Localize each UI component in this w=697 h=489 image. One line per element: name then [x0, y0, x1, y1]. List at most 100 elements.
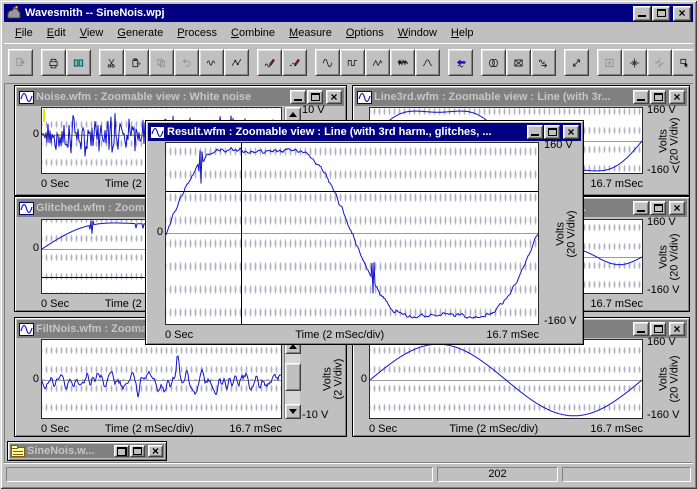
menu-item-generate[interactable]: Generate [110, 25, 170, 41]
y-axis-units-label: Volts(20 V/div) [653, 339, 687, 419]
result-plot[interactable] [165, 142, 539, 325]
menu-item-window[interactable]: Window [391, 25, 444, 41]
menu-item-view[interactable]: View [73, 25, 111, 41]
menu-bar: FileEditViewGenerateProcessCombineMeasur… [4, 23, 693, 42]
minimize-button[interactable] [633, 201, 649, 215]
app-title-bar[interactable]: Wavesmith -- SineNois.wpj × [4, 4, 693, 22]
menu-item-edit[interactable]: Edit [40, 25, 73, 41]
window-result-titlebar[interactable]: Result.wfm : Zoomable view : Line (with … [148, 123, 581, 141]
x-axis-end-label: 16.7 mSec [590, 423, 643, 435]
minimize-button[interactable] [633, 322, 649, 336]
x-axis-start-label: 0 Sec [41, 178, 69, 190]
app-icon[interactable] [6, 6, 22, 20]
status-panel-extra [562, 467, 691, 482]
x-axis-labels: 0 SecTime (2 mSec/div)16.7 mSec [165, 329, 539, 341]
toolbar-group [315, 49, 440, 76]
zoom-out-icon[interactable] [647, 49, 672, 76]
status-panel-value: 202 [437, 467, 558, 482]
scroll-down-button[interactable] [285, 404, 301, 419]
pulse-wave-icon[interactable] [415, 49, 440, 76]
close-button[interactable]: × [673, 6, 691, 21]
undo-icon[interactable] [174, 49, 199, 76]
app-window-controls: × [632, 6, 691, 21]
copy-icon[interactable] [149, 49, 174, 76]
restore-button[interactable] [114, 445, 129, 457]
close-button[interactable]: × [563, 125, 579, 139]
minimized-window-titlebar[interactable]: SineNois.w... × [10, 444, 164, 458]
menu-item-process[interactable]: Process [170, 25, 224, 41]
close-button[interactable]: × [669, 322, 685, 336]
toolbar-group [597, 49, 693, 76]
maximize-button[interactable] [652, 6, 670, 21]
window-noise-titlebar[interactable]: Noise.wfm : Zoomable view : White noise× [17, 88, 344, 106]
volts-label-line2: (2 V/div) [333, 359, 344, 400]
tile-windows-icon[interactable] [66, 49, 91, 76]
menu-item-options[interactable]: Options [339, 25, 391, 41]
triangle-wave-icon[interactable] [365, 49, 390, 76]
x-axis-start-label: 0 Sec [41, 423, 69, 435]
app-title: Wavesmith -- SineNois.wpj [25, 4, 629, 22]
y-axis-units-label: Volts(20 V/div) [653, 107, 687, 174]
x-axis-end-label: 16.7 mSec [590, 178, 643, 190]
volts-per-div-label: Volts(20 V/div) [659, 117, 681, 164]
measure-icon[interactable] [564, 49, 589, 76]
maximize-button[interactable] [307, 90, 323, 104]
maximize-button[interactable] [650, 201, 666, 215]
menu-item-measure[interactable]: Measure [282, 25, 339, 41]
y-axis-zero-label: 0 [25, 242, 39, 254]
cut-icon[interactable] [99, 49, 124, 76]
envelope-icon[interactable] [506, 49, 531, 76]
x-axis-start-label: 0 Sec [41, 298, 69, 310]
crosshair-horizontal[interactable] [166, 191, 538, 192]
window-result: Result.wfm : Zoomable view : Line (with … [145, 120, 584, 345]
window-controls: × [632, 90, 685, 104]
toolbar-group [564, 49, 589, 76]
sketch-wave-icon[interactable] [257, 49, 282, 76]
waveform-document-icon [19, 323, 34, 336]
export-icon[interactable] [8, 49, 33, 76]
project-icon [11, 445, 25, 457]
paste-icon[interactable] [124, 49, 149, 76]
minimize-button[interactable] [633, 90, 649, 104]
close-button[interactable]: × [669, 201, 685, 215]
maximize-button[interactable] [650, 322, 666, 336]
scrollbar-thumb[interactable] [285, 363, 301, 391]
minimize-button[interactable] [290, 90, 306, 104]
maximize-button[interactable] [544, 125, 560, 139]
crosshair-vertical[interactable] [241, 143, 242, 324]
toolbar-group [257, 49, 307, 76]
close-button[interactable]: × [326, 90, 342, 104]
vertical-scrollbar[interactable] [284, 339, 300, 419]
wave-export-icon[interactable] [531, 49, 556, 76]
sine-plot[interactable] [369, 339, 643, 419]
zoom-box-icon[interactable] [672, 49, 693, 76]
sine-wave-icon[interactable] [315, 49, 340, 76]
zoom-in-icon[interactable] [622, 49, 647, 76]
toolbar-group [448, 49, 473, 76]
sketch-points-icon[interactable] [282, 49, 307, 76]
print-icon[interactable] [41, 49, 66, 76]
close-button[interactable]: × [669, 90, 685, 104]
maximize-button[interactable] [130, 445, 145, 457]
square-wave-icon[interactable] [340, 49, 365, 76]
x-axis-end-label: 16.7 mSec [486, 329, 539, 341]
window-line3rd-titlebar[interactable]: Line3rd.wfm : Zoomable view : Line (with… [355, 88, 687, 106]
menu-item-help[interactable]: Help [444, 25, 481, 41]
minimize-button[interactable] [527, 125, 543, 139]
y-axis-zero-label: 0 [25, 373, 39, 385]
noise-wave-icon[interactable] [390, 49, 415, 76]
back-arrow-icon[interactable] [448, 49, 473, 76]
close-button[interactable]: × [148, 445, 163, 457]
zoom-fit-icon[interactable] [597, 49, 622, 76]
edit-points-icon[interactable] [224, 49, 249, 76]
menu-item-combine[interactable]: Combine [224, 25, 282, 41]
volts-label-line2: (20 V/div) [670, 117, 681, 164]
mix-icon[interactable] [481, 49, 506, 76]
toolbar-group [481, 49, 556, 76]
sine-waveform-trace [370, 340, 642, 418]
filtnois-plot[interactable] [41, 339, 282, 419]
menu-item-file[interactable]: File [8, 25, 40, 41]
maximize-button[interactable] [650, 90, 666, 104]
draw-wave-icon[interactable] [199, 49, 224, 76]
minimize-button[interactable] [633, 6, 651, 21]
